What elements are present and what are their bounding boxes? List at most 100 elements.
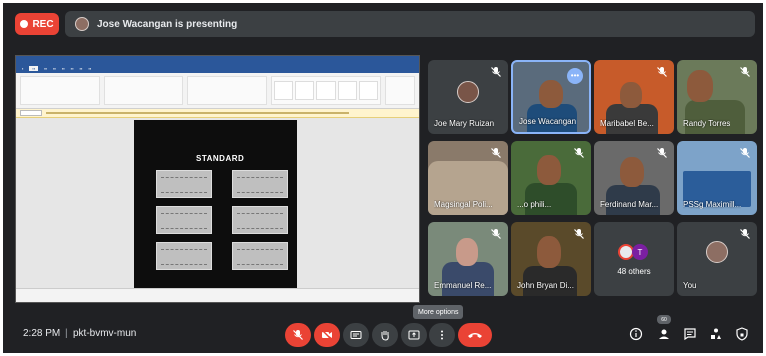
participant-tile[interactable]: Ferdinand Mar...	[594, 141, 674, 215]
participant-name: Ferdinand Mar...	[600, 200, 659, 209]
protected-view-bar	[16, 109, 419, 118]
participant-face	[687, 70, 713, 102]
style-preview	[295, 81, 315, 100]
style-preview	[316, 81, 336, 100]
participant-name: Randy Torres	[683, 119, 731, 128]
fingerprint-image	[232, 206, 288, 234]
word-ribbon-tabs: ▪ ▪▪ ▪▪ ▪▪ ▪▪ ▪▪ ▪▪ ▪▪	[16, 64, 419, 73]
protected-message	[46, 112, 349, 114]
participant-tile[interactable]: Maribabel Be...	[594, 60, 674, 134]
participant-tile[interactable]: Joe Mary Ruizan	[428, 60, 508, 134]
meeting-details-button[interactable]	[627, 325, 645, 343]
present-screen-icon	[408, 330, 420, 340]
others-count: 48 others	[617, 267, 651, 276]
recording-indicator[interactable]: REC	[15, 13, 59, 35]
word-tab: ▪▪	[79, 66, 83, 71]
hang-up-icon	[468, 333, 482, 338]
participant-tile[interactable]: John Bryan Di...	[511, 222, 591, 296]
shared-screen: ▪ ▪▪ ▪▪ ▪▪ ▪▪ ▪▪ ▪▪ ▪▪ STANDARD	[15, 55, 420, 303]
mic-off-icon	[491, 67, 501, 77]
participant-video	[525, 183, 577, 215]
participant-name: John Bryan Di...	[517, 281, 574, 290]
leave-call-button[interactable]	[458, 323, 492, 347]
document-area: STANDARD	[16, 118, 419, 296]
word-ribbon	[16, 73, 419, 109]
footer-separator: |	[65, 328, 68, 339]
more-vertical-icon	[441, 330, 443, 340]
word-tab: ▪▪	[53, 66, 56, 71]
camera-toggle-button[interactable]	[314, 323, 340, 347]
participant-name: Magsingal Poli...	[434, 200, 493, 209]
others-tile[interactable]: T 48 others	[594, 222, 674, 296]
style-preview	[337, 81, 357, 100]
participant-tile[interactable]: ...o phili...	[511, 141, 591, 215]
participant-tile[interactable]: Randy Torres	[677, 60, 757, 134]
meet-window: REC Jose Wacangan is presenting ▪ ▪▪ ▪▪ …	[3, 3, 763, 353]
mic-off-icon	[740, 229, 750, 239]
present-button[interactable]	[401, 323, 427, 347]
info-icon	[629, 327, 643, 341]
mic-off-icon	[293, 330, 303, 340]
word-tab: ▪▪	[70, 66, 74, 71]
document-heading: STANDARD	[196, 154, 245, 163]
more-options-tooltip: More options	[413, 305, 464, 319]
participant-avatar	[457, 80, 479, 103]
more-options-dot-icon[interactable]: •••	[567, 68, 583, 84]
fingerprint-image	[232, 170, 288, 198]
raise-hand-button[interactable]	[372, 323, 398, 347]
participant-tile[interactable]: Emmanuel Re...	[428, 222, 508, 296]
style-preview	[274, 81, 294, 100]
word-title-bar	[16, 56, 419, 64]
mic-off-icon	[657, 148, 667, 158]
participant-name: Maribabel Be...	[600, 119, 654, 128]
self-avatar	[706, 241, 728, 264]
participant-video	[442, 262, 494, 296]
meeting-time: 2:28 PM	[23, 328, 61, 339]
presenter-avatar	[75, 17, 89, 31]
presenting-banner[interactable]: Jose Wacangan is presenting	[65, 11, 755, 37]
participant-tile-speaking[interactable]: ••• Jose Wacangan	[511, 60, 591, 134]
word-tab: ▪▪	[61, 66, 65, 71]
people-icon	[659, 329, 669, 339]
self-tile[interactable]: You	[677, 222, 757, 296]
mic-off-icon	[574, 229, 584, 239]
document-page: STANDARD	[134, 120, 297, 294]
fingerprint-image	[156, 242, 212, 270]
ribbon-editing-group	[385, 76, 416, 105]
record-dot-icon	[20, 20, 29, 28]
participant-name: Emmanuel Re...	[434, 281, 492, 290]
activities-icon	[711, 328, 721, 339]
participant-name: ...o phili...	[517, 200, 552, 209]
ribbon-clipboard-group	[20, 76, 100, 105]
microphone-toggle-button[interactable]	[285, 323, 311, 347]
protected-label	[20, 110, 42, 116]
style-preview	[358, 81, 379, 100]
word-tab-active: ▪▪	[29, 66, 39, 71]
captions-icon	[350, 331, 362, 339]
mic-off-icon	[740, 148, 750, 158]
hand-icon	[381, 331, 389, 341]
participant-name: Joe Mary Ruizan	[434, 119, 495, 128]
others-avatars: T	[618, 244, 652, 262]
presenting-text: Jose Wacangan is presenting	[97, 18, 238, 30]
others-avatar-letter: T	[632, 244, 648, 260]
participant-tile[interactable]: Magsingal Poli...	[428, 141, 508, 215]
participant-face	[537, 236, 561, 268]
participant-face	[620, 157, 644, 187]
participant-face	[456, 238, 478, 266]
recording-label: REC	[32, 18, 54, 30]
captions-button[interactable]	[343, 323, 369, 347]
participant-video	[685, 100, 745, 134]
shield-lock-icon	[736, 327, 748, 341]
people-button[interactable]	[655, 325, 673, 343]
more-options-button[interactable]	[429, 323, 455, 347]
ribbon-font-group	[103, 76, 184, 105]
host-controls-button[interactable]	[733, 325, 751, 343]
meeting-code: pkt-bvmv-mun	[73, 328, 137, 339]
participant-face	[539, 80, 563, 108]
fingerprint-image	[156, 206, 212, 234]
chat-button[interactable]	[681, 325, 699, 343]
participant-tile[interactable]: PSSg Maximill...	[677, 141, 757, 215]
activities-button[interactable]	[707, 325, 725, 343]
word-tab: ▪▪	[88, 66, 92, 71]
